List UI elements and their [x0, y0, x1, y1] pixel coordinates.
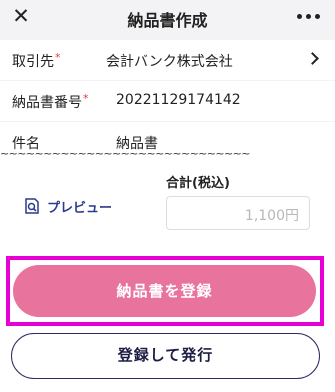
- document-search-icon: [25, 198, 39, 214]
- total-amount-value: 1,100円: [244, 208, 299, 224]
- torn-edge-divider: ~~~~~~~~~~~~~~~~~~~~~~~~~~~~~: [0, 147, 250, 159]
- invoice-number-label: 納品書番号*: [12, 92, 89, 111]
- register-and-issue-button[interactable]: 登録して発行: [11, 333, 320, 379]
- required-mark: *: [83, 92, 89, 105]
- total-label: 合計(税込): [166, 176, 230, 191]
- invoice-number-field[interactable]: 20221129174142: [116, 92, 241, 108]
- page-title: 納品書作成: [127, 11, 208, 30]
- client-row[interactable]: 取引先* 会計バンク株式会社: [0, 40, 335, 80]
- invoice-number-row[interactable]: 納品書番号* 20221129174142: [0, 81, 335, 121]
- client-value: 会計バンク株式会社: [106, 54, 233, 70]
- total-amount-box: 1,100円: [166, 196, 310, 230]
- required-mark: *: [55, 51, 61, 64]
- chevron-right-icon: [306, 52, 319, 65]
- more-horizontal-icon[interactable]: [291, 6, 325, 26]
- app-header: ✕ 納品書作成: [0, 0, 335, 36]
- client-label: 取引先*: [12, 51, 61, 70]
- register-invoice-button[interactable]: 納品書を登録: [13, 265, 316, 317]
- invoice-form: 取引先* 会計バンク株式会社 納品書番号* 20221129174142 件名 …: [0, 36, 335, 162]
- preview-label: プレビュー: [47, 201, 113, 216]
